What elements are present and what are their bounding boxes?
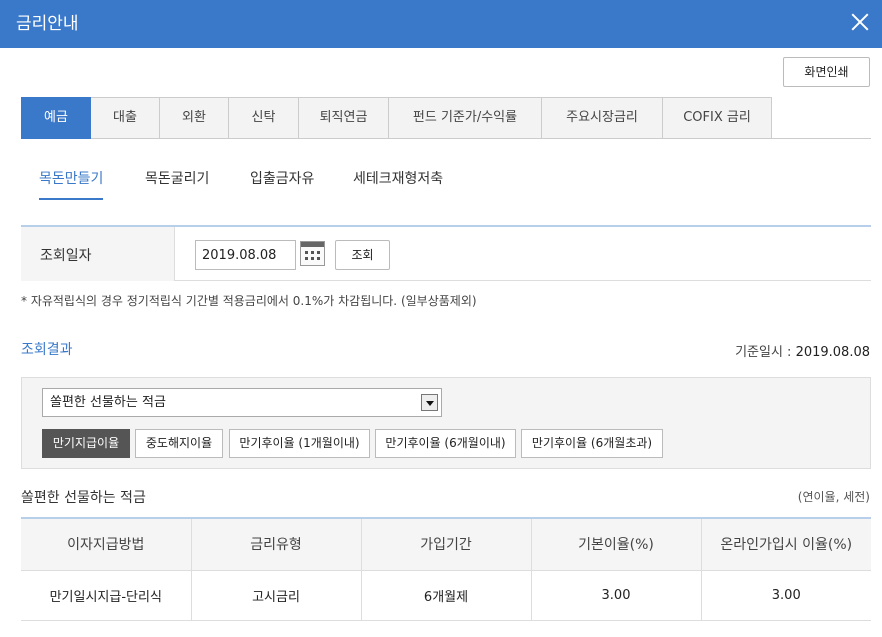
cell-online-rate: 3.00 <box>701 570 871 621</box>
chevron-down-icon[interactable] <box>421 394 438 411</box>
close-icon[interactable] <box>846 8 874 36</box>
subtab-demand-deposit[interactable]: 입출금자유 <box>250 168 314 198</box>
col-base-rate: 기본이율(%) <box>531 518 702 571</box>
cell-base-rate: 3.00 <box>531 570 702 621</box>
base-date-label: 기준일시 : <box>735 345 792 360</box>
chip-post-maturity-6m[interactable]: 만기후이율 (6개월이내) <box>375 429 516 458</box>
chip-post-maturity-1m[interactable]: 만기후이율 (1개월이내) <box>229 429 370 458</box>
tab-cofix[interactable]: COFIX 금리 <box>663 97 772 139</box>
unit-note: (연이율, 세전) <box>797 490 870 504</box>
col-term: 가입기간 <box>361 518 532 571</box>
chip-post-maturity-over-6m[interactable]: 만기후이율 (6개월초과) <box>521 429 663 458</box>
search-panel: 조회일자 조회 <box>21 225 871 281</box>
rate-note: * 자유적립식의 경우 정기적립식 기간별 적용금리에서 0.1%가 차감됩니다… <box>21 294 477 308</box>
tab-fund[interactable]: 펀드 기준가/수익률 <box>389 97 542 139</box>
query-button[interactable]: 조회 <box>335 240 390 270</box>
cell-payment-method: 만기일시지급-단리식 <box>21 570 192 621</box>
main-tabs: 예금 대출 외환 신탁 퇴직연금 펀드 기준가/수익률 주요시장금리 COFIX… <box>21 97 871 139</box>
tab-foreign-exchange[interactable]: 외환 <box>160 97 229 139</box>
product-select-value: 쏠편한 선물하는 적금 <box>50 395 166 410</box>
subtab-lump-sum-invest[interactable]: 목돈굴리기 <box>145 168 209 198</box>
subtab-lump-sum-make[interactable]: 목돈만들기 <box>39 168 104 200</box>
product-select[interactable]: 쏠편한 선물하는 적금 <box>42 388 442 417</box>
tab-loan[interactable]: 대출 <box>91 97 160 139</box>
window-title: 금리안내 <box>16 14 79 34</box>
chip-maturity-rate[interactable]: 만기지급이율 <box>42 429 130 458</box>
base-date: 기준일시 : 2019.08.08 <box>735 341 870 360</box>
col-online-rate: 온라인가입시 이율(%) <box>701 518 871 571</box>
tab-deposit[interactable]: 예금 <box>21 97 91 139</box>
rates-table: 이자지급방법 금리유형 가입기간 기본이율(%) 온라인가입시 이율(%) 만기… <box>21 517 871 621</box>
cell-term: 6개월제 <box>361 570 532 621</box>
search-date-input[interactable] <box>195 240 296 270</box>
sub-tabs: 목돈만들기 목돈굴리기 입출금자유 세테크재형저축 <box>21 160 871 200</box>
table-header-row: 이자지급방법 금리유형 가입기간 기본이율(%) 온라인가입시 이율(%) <box>21 518 871 571</box>
search-date-label: 조회일자 <box>40 248 92 264</box>
subtab-tax-savings[interactable]: 세테크재형저축 <box>353 168 443 198</box>
title-bar: 금리안내 <box>0 0 882 48</box>
tab-trust[interactable]: 신탁 <box>229 97 299 139</box>
cell-rate-type: 고시금리 <box>191 570 362 621</box>
table-row: 만기일시지급-단리식 고시금리 6개월제 3.00 3.00 <box>21 570 871 621</box>
base-date-value: 2019.08.08 <box>795 345 870 360</box>
print-button[interactable]: 화면인쇄 <box>783 57 870 87</box>
col-payment-method: 이자지급방법 <box>21 518 192 571</box>
product-name: 쏠편한 선물하는 적금 <box>21 490 146 506</box>
chip-early-termination-rate[interactable]: 중도해지이율 <box>135 429 223 458</box>
col-rate-type: 금리유형 <box>191 518 362 571</box>
tab-pension[interactable]: 퇴직연금 <box>299 97 389 139</box>
calendar-icon[interactable] <box>300 241 325 266</box>
tab-market-rates[interactable]: 주요시장금리 <box>542 97 663 139</box>
result-title: 조회결과 <box>21 342 73 358</box>
filter-panel: 쏠편한 선물하는 적금 만기지급이율 중도해지이율 만기후이율 (1개월이내) … <box>21 377 871 469</box>
